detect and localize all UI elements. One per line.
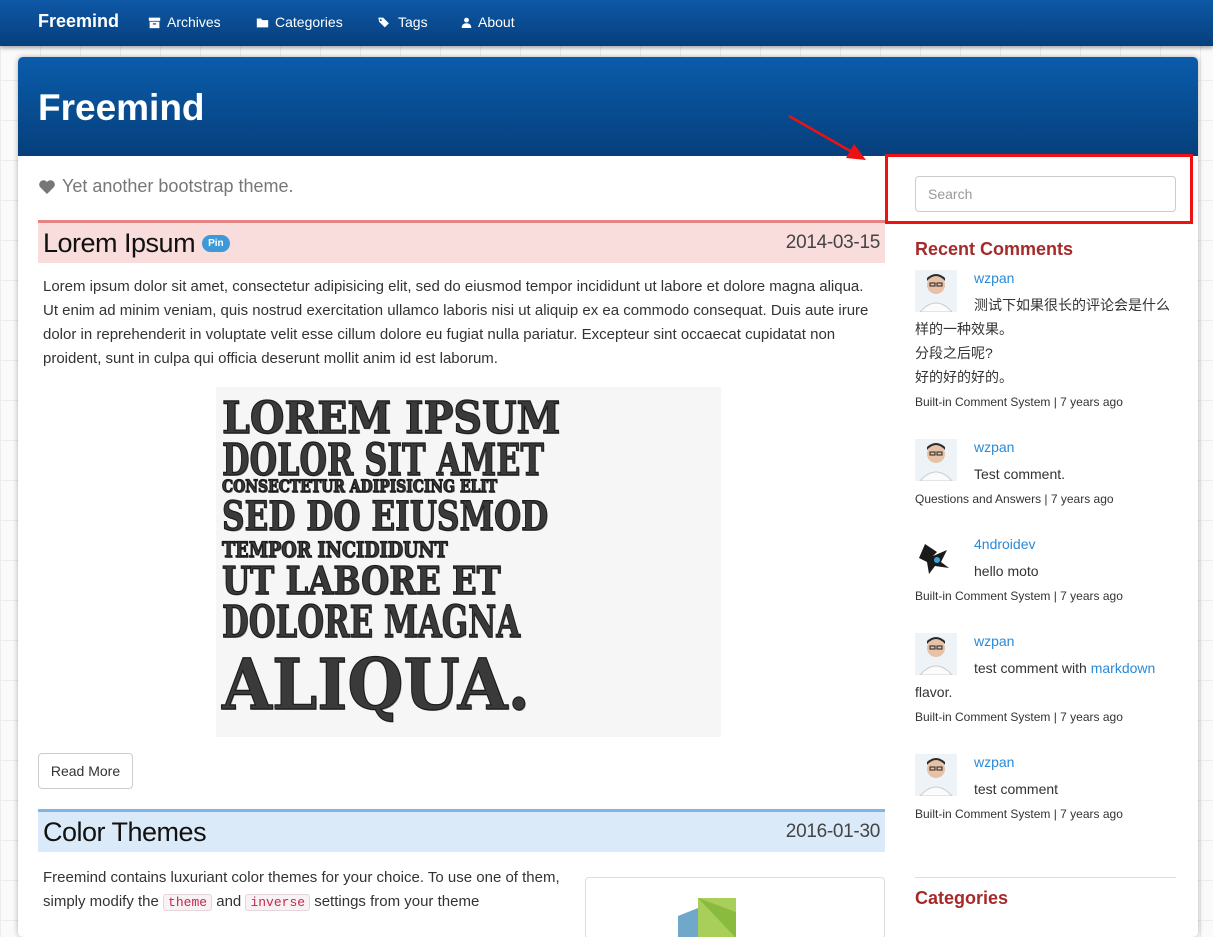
comment-text: Test comment. — [915, 462, 1177, 486]
archive-icon — [148, 17, 161, 28]
nav-archives-label: Archives — [167, 14, 221, 30]
comment-text-line: Test comment. — [974, 466, 1066, 482]
comment-item: 4ndroidev hello moto Built-in Comment Sy… — [915, 536, 1177, 606]
heart-icon — [39, 179, 55, 194]
markdown-link[interactable]: markdown — [1091, 660, 1156, 676]
categories-title: Categories — [915, 888, 1009, 908]
inline-code: theme — [163, 894, 213, 911]
comment-time: 7 years ago — [1060, 589, 1123, 603]
comment-item: wzpan test comment Built-in Comment Syst… — [915, 754, 1177, 824]
comment-meta: Built-in Comment System | 7 years ago — [915, 710, 1123, 724]
comment-time: 7 years ago — [1050, 492, 1114, 506]
comment-author[interactable]: wzpan — [974, 270, 1014, 286]
nav-tags-label: Tags — [398, 14, 428, 30]
sidebar-divider — [915, 877, 1176, 878]
image-text-line: DOLORE MAGNA — [222, 596, 521, 648]
post-title-link[interactable]: Lorem Ipsum — [43, 228, 196, 259]
thumbnail-graphic — [678, 898, 736, 937]
site-title[interactable]: Freemind — [38, 87, 205, 129]
post-excerpt: Freemind contains luxuriant color themes… — [43, 866, 573, 915]
post-title: Color Themes — [43, 817, 207, 848]
recent-comments-title: Recent Comments — [915, 239, 1074, 259]
navbar-brand[interactable]: Freemind — [38, 11, 119, 32]
folder-icon — [256, 17, 269, 27]
comment-text: test comment with markdown flavor. — [915, 656, 1177, 704]
post-header: Color Themes 2016-01-30 — [38, 809, 885, 852]
read-more-button[interactable]: Read More — [38, 753, 133, 789]
tagline-text: Yet another bootstrap theme. — [62, 176, 294, 196]
comment-meta: Questions and Answers | 7 years ago — [915, 492, 1114, 506]
comment-source: Built-in Comment System — [915, 807, 1051, 821]
post-header: Lorem Ipsum Pin 2014-03-15 — [38, 220, 885, 263]
comment-text-line: hello moto — [974, 563, 1039, 579]
comment-text-after-link: flavor. — [915, 684, 953, 700]
tagline: Yet another bootstrap theme. — [38, 176, 294, 197]
nav-categories-label: Categories — [275, 14, 343, 30]
nav-archives[interactable]: Archives — [148, 14, 221, 30]
site-banner: Freemind — [18, 57, 1198, 156]
comment-time: 7 years ago — [1060, 807, 1123, 821]
tags-icon — [378, 17, 389, 27]
nav-about[interactable]: About — [461, 14, 515, 30]
nav-categories[interactable]: Categories — [256, 14, 343, 30]
comment-meta: Built-in Comment System | 7 years ago — [915, 395, 1123, 409]
comment-meta: Built-in Comment System | 7 years ago — [915, 807, 1123, 821]
comment-time: 7 years ago — [1060, 710, 1123, 724]
post-excerpt: Lorem ipsum dolor sit amet, consectetur … — [43, 278, 869, 367]
annotation-highlight-box — [885, 154, 1193, 224]
image-text-line: ALIQUA. — [221, 642, 531, 726]
post-date: 2014-03-15 — [785, 232, 881, 253]
excerpt-text: and — [216, 893, 242, 910]
comment-text: hello moto — [915, 559, 1177, 583]
comment-text-line: test comment — [974, 781, 1059, 797]
comment-author[interactable]: wzpan — [974, 439, 1014, 455]
post-title: Lorem Ipsum Pin — [43, 228, 230, 259]
comment-text-line: 测试下如果很长的评论会是什么样的一种效果。 — [915, 297, 1170, 337]
pin-badge: Pin — [202, 234, 230, 252]
nav-tags[interactable]: Tags — [376, 14, 428, 30]
inline-code: inverse — [245, 894, 311, 911]
nav-about-label: About — [478, 14, 515, 30]
top-navbar: Freemind Archives Categories Tags About — [0, 0, 1213, 46]
post-title-link[interactable]: Color Themes — [43, 817, 207, 848]
comment-source: Built-in Comment System — [915, 395, 1051, 409]
comment-text: 测试下如果很长的评论会是什么样的一种效果。 分段之后呢? 好的好的好的。 — [915, 293, 1177, 389]
user-icon — [461, 17, 472, 28]
comment-text-line: 好的好的好的。 — [915, 369, 1013, 385]
comment-text: test comment — [915, 777, 1177, 801]
post-thumbnail — [585, 877, 885, 937]
comment-author[interactable]: 4ndroidev — [974, 536, 1036, 552]
image-text-line: SED DO EIUSMOD — [222, 492, 549, 540]
comment-source: Questions and Answers — [915, 492, 1042, 506]
comment-author[interactable]: wzpan — [974, 633, 1014, 649]
comment-item: wzpan 测试下如果很长的评论会是什么样的一种效果。 分段之后呢? 好的好的好… — [915, 270, 1177, 410]
comment-text-before-link: test comment with — [974, 660, 1087, 676]
comment-meta: Built-in Comment System | 7 years ago — [915, 589, 1123, 603]
comment-source: Built-in Comment System — [915, 710, 1051, 724]
post-image: LOREM IPSUM DOLOR SIT AMET CONSECTETUR A… — [216, 387, 721, 737]
post-date: 2016-01-30 — [785, 821, 881, 842]
comment-item: wzpan Test comment. Questions and Answer… — [915, 439, 1177, 509]
comment-item: wzpan test comment with markdown flavor.… — [915, 633, 1177, 724]
comment-text-line: 分段之后呢? — [915, 345, 993, 361]
comment-author[interactable]: wzpan — [974, 754, 1014, 770]
comment-source: Built-in Comment System — [915, 589, 1051, 603]
comment-time: 7 years ago — [1060, 395, 1123, 409]
excerpt-text: settings from your theme — [314, 893, 480, 910]
